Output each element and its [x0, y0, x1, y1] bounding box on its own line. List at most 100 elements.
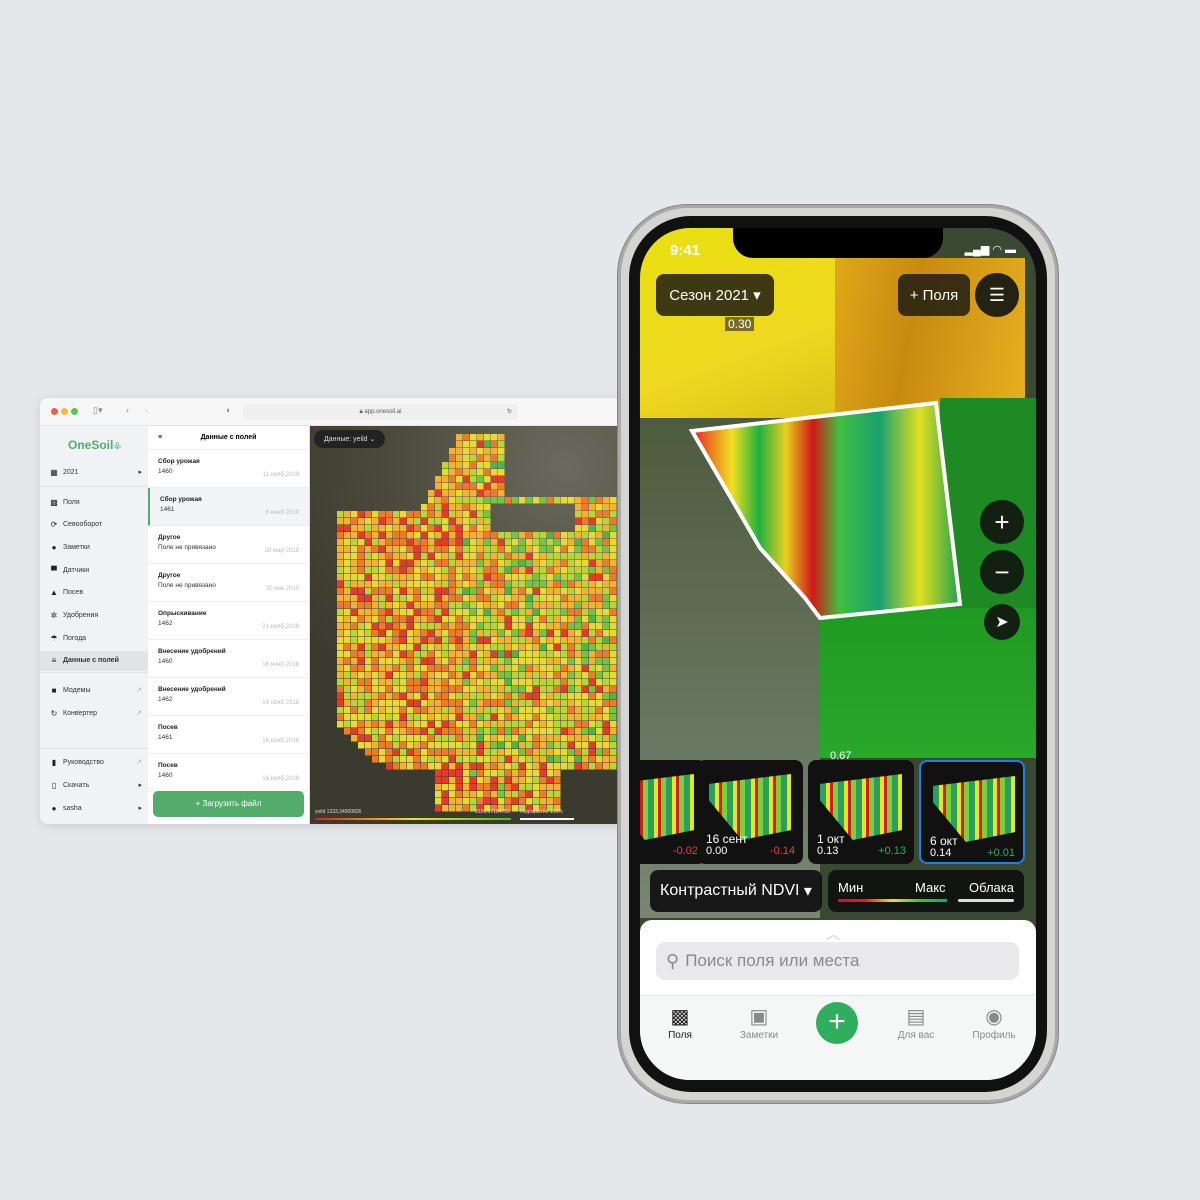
sidebar-item-guide[interactable]: ▮ Руководство ↗	[40, 752, 148, 772]
back-icon[interactable]: ‹	[126, 405, 129, 415]
sidebar-item-6[interactable]: ☂ Погода	[40, 628, 148, 648]
list-item[interactable]: Сбор урожая 1461 6 нояб 2019	[148, 488, 309, 526]
list-item[interactable]: Внесение удобрений 1460 16 нояб 2018	[148, 640, 309, 678]
sidebar-toggle-icon[interactable]: ▯▾	[93, 405, 102, 416]
sheet-handle-icon[interactable]: ︿	[826, 924, 840, 944]
yield-cell	[428, 679, 435, 686]
maximize-window-button[interactable]	[71, 408, 78, 415]
yield-cell	[554, 756, 561, 763]
sidebar-item-0[interactable]: ▩ Поля	[40, 492, 148, 512]
yield-cell	[372, 567, 379, 574]
sidebar-item-download[interactable]: ▯ Скачать ▸	[40, 775, 148, 795]
yield-cell	[344, 574, 351, 581]
yield-cell	[379, 700, 386, 707]
yield-cell	[610, 721, 617, 728]
sidebar-item-7[interactable]: ≡ Данные с полей	[40, 650, 148, 671]
yield-cell	[379, 651, 386, 658]
yield-cell	[442, 665, 449, 672]
yield-cell	[484, 616, 491, 623]
yield-cell	[540, 742, 547, 749]
yield-cell	[603, 553, 610, 560]
yield-cell	[365, 665, 372, 672]
yield-cell	[463, 483, 470, 490]
yield-cell	[414, 721, 421, 728]
yield-cell	[512, 658, 519, 665]
layer-dropdown[interactable]: Контрастный NDVI ▾	[650, 870, 822, 912]
list-item[interactable]: Другое Поле не привязано 30 янв 2019	[148, 564, 309, 602]
sidebar-item-5[interactable]: ✲ Удобрения	[40, 606, 148, 626]
yield-cell	[596, 588, 603, 595]
tab-fields[interactable]: ▩ Поля	[645, 1004, 715, 1041]
yield-cell	[470, 476, 477, 483]
search-input[interactable]: ⚲ Поиск поля или места	[656, 942, 1019, 980]
yield-cell	[407, 567, 414, 574]
operation-date: 16 нояб 2018	[262, 700, 299, 706]
yield-cell	[491, 581, 498, 588]
yield-cell	[435, 588, 442, 595]
sidebar-item-4[interactable]: ▲ Посев	[40, 583, 148, 603]
yield-cell	[470, 777, 477, 784]
sidebar-item-2[interactable]: ● Заметки	[40, 537, 148, 557]
yield-cell	[449, 567, 456, 574]
yield-cell	[456, 686, 463, 693]
locate-me-button[interactable]: ➤	[984, 604, 1020, 640]
yield-cell	[400, 714, 407, 721]
yield-cell	[491, 595, 498, 602]
zoom-out-button[interactable]: −	[980, 550, 1024, 594]
yield-cell	[477, 651, 484, 658]
ndvi-thumbnail[interactable]: 6 окт 0.14 +0.01	[919, 760, 1025, 864]
sidebar-item-user[interactable]: ● sasha ▸	[40, 798, 148, 818]
tab-notes[interactable]: ▣ Заметки	[724, 1004, 794, 1041]
onesoil-logo[interactable]: OneSoil♧	[68, 438, 121, 452]
yield-cell	[386, 602, 393, 609]
list-item[interactable]: Опрыскивание 1462 21 нояб 2018	[148, 602, 309, 640]
yield-cell	[400, 546, 407, 553]
database-icon: ≡	[51, 656, 57, 666]
list-item[interactable]: Посев 1461 16 нояб 2018	[148, 716, 309, 754]
add-fields-button[interactable]: + Поля	[898, 274, 970, 316]
address-bar[interactable]: 🔒︎ app.onesoil.ai ↻	[243, 404, 518, 420]
close-window-button[interactable]	[51, 408, 58, 415]
sidebar-item-modems[interactable]: ■ Модемы ↗	[40, 680, 148, 700]
yield-cell	[442, 693, 449, 700]
ndvi-thumbnail[interactable]: 1 окт 0.13 +0.13	[808, 760, 914, 864]
sidebar-item-1[interactable]: ⟳ Севооборот	[40, 515, 148, 535]
list-item[interactable]: Посев 1460 16 нояб 2018	[148, 754, 309, 792]
yield-cell	[540, 574, 547, 581]
yield-map[interactable]: Данные: yeild ⌄ yeild 1333,34000826 8120…	[310, 426, 630, 824]
yield-cell	[414, 728, 421, 735]
yield-cell	[505, 749, 512, 756]
minimize-window-button[interactable]	[61, 408, 68, 415]
yield-cell	[442, 483, 449, 490]
tab-profile[interactable]: ◉ Профиль	[959, 1004, 1029, 1041]
upload-file-button[interactable]: + Загрузить файл	[153, 791, 304, 817]
list-item[interactable]: Внесение удобрений 1462 16 нояб 2018	[148, 678, 309, 716]
yield-cell	[400, 721, 407, 728]
privacy-shield-icon[interactable]: ◐	[226, 405, 231, 415]
season-selector[interactable]: ▦ 2021 ▸	[40, 462, 148, 482]
yield-cell	[463, 798, 470, 805]
yield-cell	[568, 665, 575, 672]
ndvi-thumbnail[interactable]: 16 сент 0.00 -0.14	[697, 760, 803, 864]
tab-for-you[interactable]: ▤ Для вас	[881, 1004, 951, 1041]
season-dropdown[interactable]: Сезон 2021 ▾	[656, 274, 774, 316]
sidebar-item-converter[interactable]: ↻ Конвертер ↗	[40, 703, 148, 723]
filter-settings-button[interactable]: ☰	[975, 273, 1019, 317]
menu-icon[interactable]: ≡	[158, 426, 162, 450]
add-button[interactable]: +	[816, 1002, 858, 1044]
yield-cell	[526, 567, 533, 574]
sidebar-item-3[interactable]: ▀ Датчики	[40, 560, 148, 580]
yield-cell	[470, 511, 477, 518]
forward-icon[interactable]: ›	[145, 405, 148, 415]
list-item[interactable]: Другое Поле не привязано 28 мар 2019	[148, 526, 309, 564]
yield-cell	[505, 742, 512, 749]
zoom-in-button[interactable]: +	[980, 500, 1024, 544]
yield-cell	[519, 630, 526, 637]
yield-cell	[470, 791, 477, 798]
yield-cell	[554, 497, 561, 504]
yield-cell	[561, 497, 568, 504]
list-item[interactable]: Сбор урожая 1460 11 нояб 2019	[148, 450, 309, 488]
sidebar-item-label: Датчики	[63, 566, 90, 574]
data-layer-dropdown[interactable]: Данные: yeild ⌄	[314, 430, 386, 448]
reload-icon[interactable]: ↻	[507, 404, 512, 420]
